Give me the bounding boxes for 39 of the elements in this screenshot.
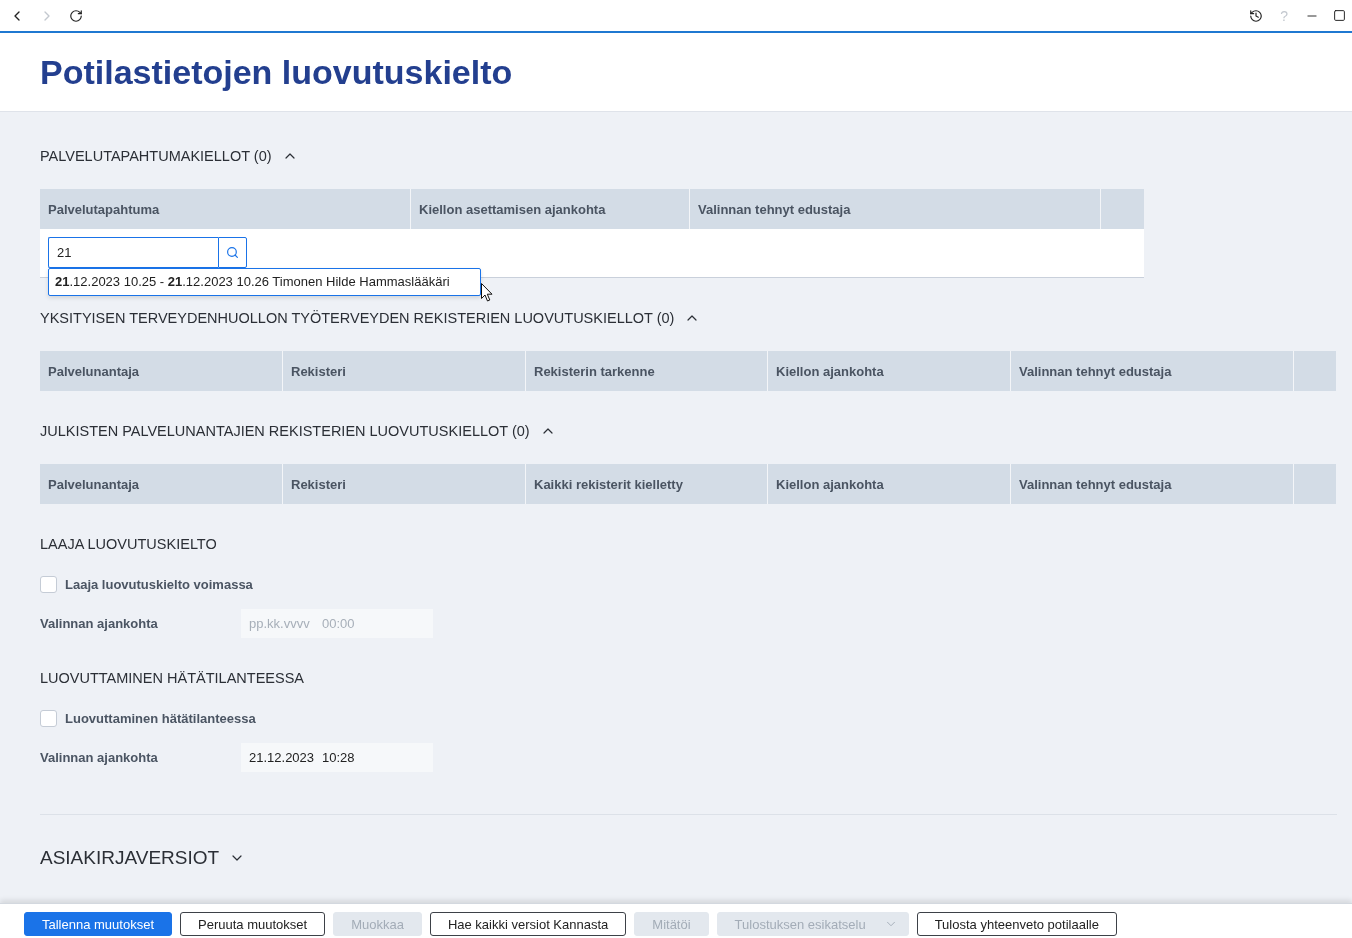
footer-button[interactable]: Peruuta muutokset: [180, 912, 326, 936]
field-label: Valinnan ajankohta: [40, 616, 159, 631]
history-icon[interactable]: [1249, 8, 1264, 23]
footer-button[interactable]: Tulosta yhteenveto potilaalle: [916, 912, 1117, 936]
checkbox[interactable]: [40, 575, 57, 593]
search-icon: [226, 246, 239, 259]
search-button[interactable]: [218, 237, 247, 268]
section-title: ASIAKIRJAVERSIOT: [40, 846, 220, 870]
section-title: LUOVUTTAMINEN HÄTÄTILANTEESSA: [40, 669, 304, 688]
column-header: Kiellon ajankohta: [767, 464, 1010, 504]
column-header: Rekisteri: [282, 464, 525, 504]
page-title: Potilastietojen luovutuskielto: [40, 52, 513, 92]
column-header: Valinnan tehnyt edustaja: [1010, 464, 1293, 504]
section-title: YKSITYISEN TERVEYDENHUOLLON TYÖTERVEYDEN REKISTERIEN LUOVUTUSKIELLOT (0): [40, 309, 675, 328]
column-header: Valinnan tehnyt edustaja: [1010, 351, 1293, 391]
section-title: LAAJA LUOVUTUSKIELTO: [40, 535, 217, 554]
field-label: Valinnan ajankohta: [40, 750, 159, 765]
search-field[interactable]: 21: [48, 237, 218, 268]
footer-button[interactable]: Hae kaikki versiot Kannasta: [429, 912, 627, 936]
column-header: Rekisteri: [282, 351, 525, 391]
checkbox-label: Luovuttaminen hätätilanteessa: [65, 710, 256, 726]
checkbox[interactable]: [40, 709, 57, 727]
section-title: PALVELUTAPAHTUMAKIELLOT (0): [40, 147, 272, 166]
time-input[interactable]: 10:28: [314, 743, 433, 772]
suggestion-item[interactable]: 21.12.2023 10.25 - 21.12.2023 10.26 Timonen Hilde Hammaslääkäri: [49, 269, 480, 295]
column-header: Palvelunantaja: [47, 362, 141, 381]
date-input[interactable]: pp.kk.vvvv: [241, 609, 314, 638]
section-title: JULKISTEN PALVELUNANTAJIEN REKISTERIEN LUOVUTUSKIELLOT (0): [40, 422, 530, 441]
maximize-icon[interactable]: [1333, 9, 1346, 22]
reload-icon[interactable]: [69, 8, 83, 23]
column-header: Palvelunantaja: [47, 475, 141, 494]
column-header: Palvelutapahtuma: [47, 200, 161, 219]
column-header: Kaikki rekisterit kielletty: [525, 464, 767, 504]
column-header: Rekisterin tarkenne: [525, 351, 767, 391]
column-header: Kiellon ajankohta: [767, 351, 1010, 391]
footer-button[interactable]: Tallenna muutokset: [24, 912, 172, 936]
checkbox-label: Laaja luovutuskielto voimassa: [65, 576, 253, 592]
date-input[interactable]: 21.12.2023: [241, 743, 314, 772]
time-input[interactable]: 00:00: [314, 609, 433, 638]
